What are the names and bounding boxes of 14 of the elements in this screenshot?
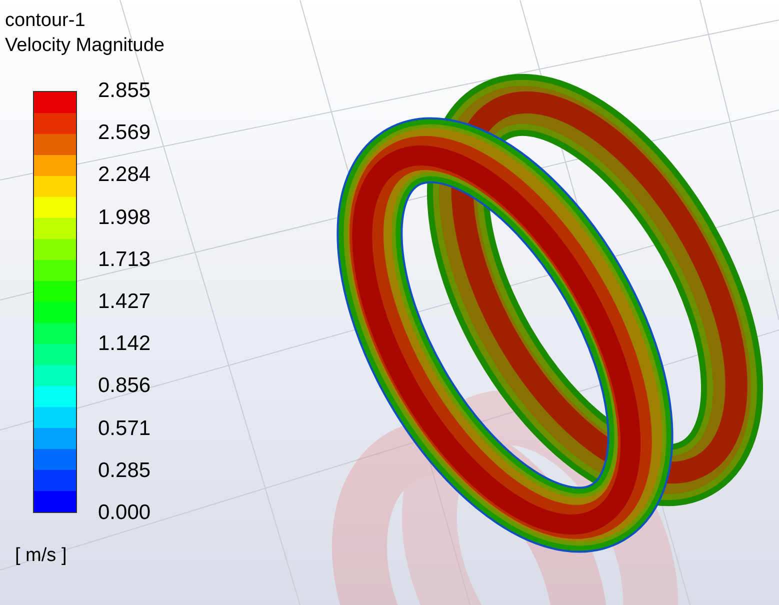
quantity-label: Velocity Magnitude xyxy=(5,34,164,58)
tick-label: 0.285 xyxy=(98,460,151,482)
tick-label: 2.284 xyxy=(98,164,151,186)
tick-label: 1.998 xyxy=(98,206,151,229)
tick-label: 0.571 xyxy=(98,418,151,440)
legend-title: contour-1 xyxy=(5,9,86,33)
tick-label: 2.855 xyxy=(98,80,151,102)
units-label: [ m/s ] xyxy=(15,544,67,568)
tick-label: 1.713 xyxy=(98,248,151,271)
tick-label: 2.569 xyxy=(98,122,151,144)
tick-label: 1.427 xyxy=(98,290,151,313)
tick-label: 1.142 xyxy=(98,333,151,356)
tick-label: 0.000 xyxy=(98,502,151,524)
tick-label: 0.856 xyxy=(98,375,151,398)
